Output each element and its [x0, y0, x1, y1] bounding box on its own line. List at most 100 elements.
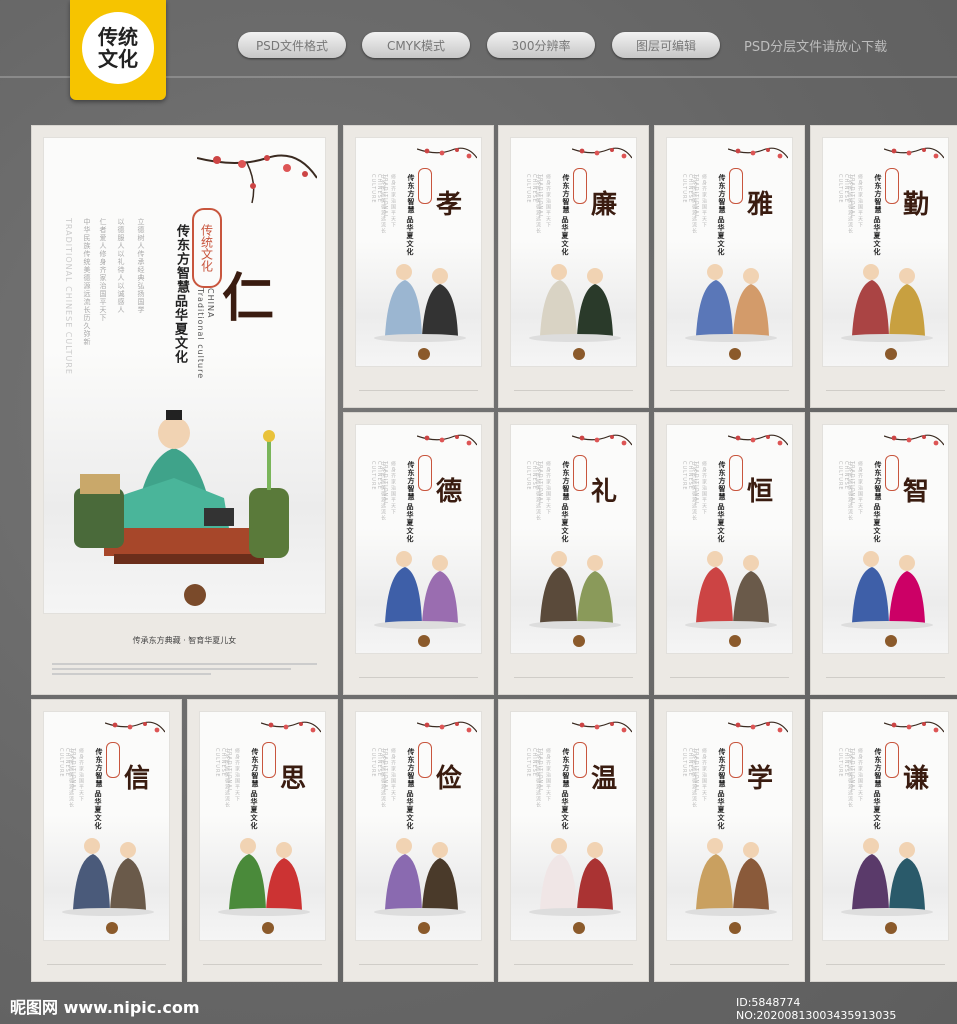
culture-stamp-icon — [418, 168, 432, 204]
figure-illustration — [841, 838, 933, 916]
culture-stamp-icon — [262, 742, 276, 778]
plum-branch-icon — [572, 147, 632, 159]
small-slogan-1: 传东方智慧 — [718, 174, 726, 214]
figure-illustration — [685, 264, 777, 342]
small-poster[interactable]: TRADITIONAL CHINESE CULTURE 中华传统美德源远流长 修… — [655, 413, 804, 694]
small-slogan-1: 传东方智慧 — [407, 461, 415, 501]
poster-character: 廉 — [591, 190, 618, 220]
plum-branch-icon — [728, 721, 788, 733]
culture-stamp-icon — [729, 168, 743, 204]
small-poster[interactable]: TRADITIONAL CHINESE CULTURE 中华传统美德源远流长 修… — [344, 413, 493, 694]
footer-rule — [359, 677, 478, 682]
poster-character: 温 — [591, 764, 618, 794]
culture-stamp-icon — [885, 168, 899, 204]
download-note: PSD分层文件请放心下载 — [744, 40, 888, 55]
footer-rule — [670, 390, 789, 395]
small-poster[interactable]: TRADITIONAL CHINESE CULTURE 中华传统美德源远流长 修… — [499, 126, 648, 407]
logo-emblem-icon — [418, 922, 430, 934]
plum-branch-icon — [417, 721, 477, 733]
main-slogan-1: 传东方智慧 — [174, 224, 189, 294]
poster-character: 思 — [280, 764, 307, 794]
culture-stamp-icon — [729, 455, 743, 491]
small-slogan-1: 传东方智慧 — [95, 748, 103, 788]
figure-illustration — [841, 551, 933, 629]
pill-psd-format: PSD文件格式 — [238, 32, 346, 58]
english-caption: Traditional culture — [196, 288, 205, 380]
logo-emblem-icon — [573, 635, 585, 647]
plum-branch-icon — [728, 434, 788, 446]
footer-rule — [359, 964, 478, 969]
small-poster[interactable]: TRADITIONAL CHINESE CULTURE 中华传统美德源远流长 修… — [811, 413, 957, 694]
small-slogan-1: 传东方智慧 — [251, 748, 259, 788]
small-poster-inner: TRADITIONAL CHINESE CULTURE 中华传统美德源远流长 修… — [666, 137, 793, 367]
scholar-illustration — [74, 410, 289, 564]
small-poster-inner: TRADITIONAL CHINESE CULTURE 中华传统美德源远流长 修… — [43, 711, 170, 941]
small-poster-inner: TRADITIONAL CHINESE CULTURE 中华传统美德源远流长 修… — [355, 711, 482, 941]
small-poster[interactable]: TRADITIONAL CHINESE CULTURE 中华传统美德源远流长 修… — [655, 126, 804, 407]
china-caption: CHINA — [206, 288, 215, 319]
poster-character: 德 — [436, 477, 463, 507]
watermark: 昵图网 www.nipic.com — [10, 998, 200, 1017]
plum-branch-icon — [417, 434, 477, 446]
logo-emblem-icon — [729, 922, 741, 934]
small-poster-inner: TRADITIONAL CHINESE CULTURE 中华传统美德源远流长 修… — [822, 424, 949, 654]
figure-illustration — [841, 264, 933, 342]
small-poster[interactable]: TRADITIONAL CHINESE CULTURE 中华传统美德源远流长 修… — [499, 700, 648, 981]
small-poster-inner: TRADITIONAL CHINESE CULTURE 中华传统美德源远流长 修… — [822, 711, 949, 941]
footer-rule — [670, 964, 789, 969]
small-poster-inner: TRADITIONAL CHINESE CULTURE 中华传统美德源远流长 修… — [510, 424, 637, 654]
poster-character: 恒 — [747, 477, 774, 507]
small-poster[interactable]: TRADITIONAL CHINESE CULTURE 中华传统美德源远流长 修… — [655, 700, 804, 981]
footer-rule — [359, 390, 478, 395]
small-slogan-1: 传东方智慧 — [562, 174, 570, 214]
figure-illustration — [374, 838, 466, 916]
logo-emblem-icon — [573, 348, 585, 360]
poster-character: 学 — [747, 764, 774, 794]
small-poster[interactable]: TRADITIONAL CHINESE CULTURE 中华传统美德源远流长 修… — [499, 413, 648, 694]
small-poster-inner: TRADITIONAL CHINESE CULTURE 中华传统美德源远流长 修… — [666, 711, 793, 941]
small-poster[interactable]: TRADITIONAL CHINESE CULTURE 中华传统美德源远流长 修… — [344, 700, 493, 981]
small-slogan-1: 传东方智慧 — [562, 748, 570, 788]
footer-rule — [47, 964, 166, 969]
poster-character: 俭 — [436, 764, 463, 794]
figure-illustration — [529, 551, 621, 629]
logo-emblem-icon — [885, 635, 897, 647]
culture-stamp-icon — [573, 455, 587, 491]
plum-branch-icon — [572, 721, 632, 733]
poster-character: 勤 — [903, 190, 930, 220]
figure-illustration — [529, 838, 621, 916]
figure-illustration — [374, 264, 466, 342]
small-poster-inner: TRADITIONAL CHINESE CULTURE 中华传统美德源远流长 修… — [355, 424, 482, 654]
small-slogan-1: 传东方智慧 — [874, 461, 882, 501]
small-poster-inner: TRADITIONAL CHINESE CULTURE 中华传统美德源远流长 修… — [510, 711, 637, 941]
poster-character: 谦 — [903, 764, 930, 794]
footer-rule — [826, 964, 945, 969]
small-slogan-1: 传东方智慧 — [874, 748, 882, 788]
main-poster-inner: TRADITIONAL CHINESE CULTURE 中华民族传统美德源远流长… — [43, 137, 326, 614]
poster-character: 礼 — [591, 477, 618, 507]
logo-emblem-icon — [885, 348, 897, 360]
culture-stamp-icon — [573, 742, 587, 778]
small-poster[interactable]: TRADITIONAL CHINESE CULTURE 中华传统美德源远流长 修… — [32, 700, 181, 981]
logo-emblem-icon — [418, 348, 430, 360]
small-slogan-1: 传东方智慧 — [562, 461, 570, 501]
small-poster[interactable]: TRADITIONAL CHINESE CULTURE 中华传统美德源远流长 修… — [188, 700, 337, 981]
small-poster[interactable]: TRADITIONAL CHINESE CULTURE 中华传统美德源远流长 修… — [811, 126, 957, 407]
footer-rule — [670, 677, 789, 682]
plum-branch-icon — [572, 434, 632, 446]
small-slogan-1: 传东方智慧 — [718, 748, 726, 788]
culture-stamp-icon — [885, 455, 899, 491]
culture-stamp-icon — [418, 455, 432, 491]
figure-illustration — [374, 551, 466, 629]
culture-stamp-icon — [418, 742, 432, 778]
culture-stamp: 传统文化 — [192, 208, 222, 288]
small-poster[interactable]: TRADITIONAL CHINESE CULTURE 中华传统美德源远流长 修… — [811, 700, 957, 981]
small-poster-inner: TRADITIONAL CHINESE CULTURE 中华传统美德源远流长 修… — [666, 424, 793, 654]
main-character: 仁 — [222, 268, 275, 329]
small-slogan-1: 传东方智慧 — [407, 748, 415, 788]
small-poster-inner: TRADITIONAL CHINESE CULTURE 中华传统美德源远流长 修… — [355, 137, 482, 367]
plum-branch-icon — [417, 147, 477, 159]
small-poster[interactable]: TRADITIONAL CHINESE CULTURE 中华传统美德源远流长 修… — [344, 126, 493, 407]
main-footer-slogan: 传承东方典藏 · 智育华夏儿女 — [132, 636, 237, 645]
main-poster[interactable]: TRADITIONAL CHINESE CULTURE 中华民族传统美德源远流长… — [32, 126, 337, 694]
